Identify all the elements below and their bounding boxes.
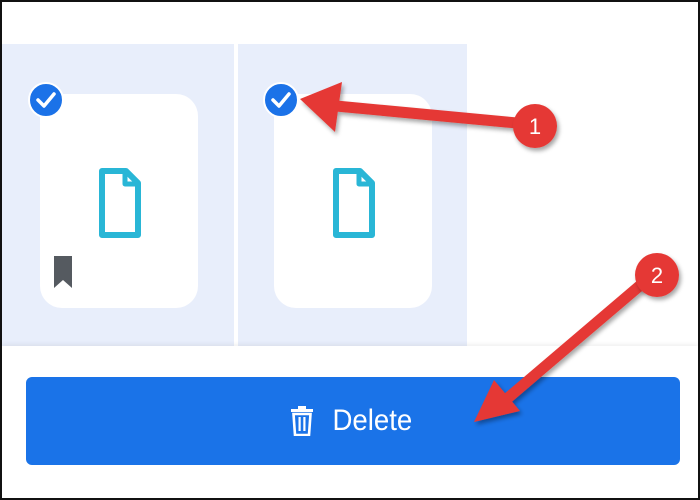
annotation-badge-2: 2 (635, 253, 679, 297)
delete-label: Delete (332, 404, 412, 437)
file-thumbnail[interactable] (40, 94, 198, 308)
file-icon (333, 168, 375, 238)
file-thumbnail[interactable] (274, 94, 432, 308)
delete-button[interactable]: Delete (26, 377, 680, 465)
trash-icon (290, 406, 313, 436)
svg-text:1: 1 (529, 114, 541, 139)
screenshot-frame: Delete 1 2 (0, 0, 700, 500)
bookmark-icon (54, 256, 72, 288)
file-tile[interactable] (238, 44, 467, 346)
action-bar: Delete (2, 346, 698, 498)
checkmark-icon[interactable] (28, 82, 64, 118)
file-icon (99, 168, 141, 238)
checkmark-icon[interactable] (263, 82, 299, 118)
annotation-badge-1: 1 (513, 104, 557, 148)
file-tile[interactable] (2, 44, 234, 346)
svg-text:2: 2 (651, 263, 663, 288)
